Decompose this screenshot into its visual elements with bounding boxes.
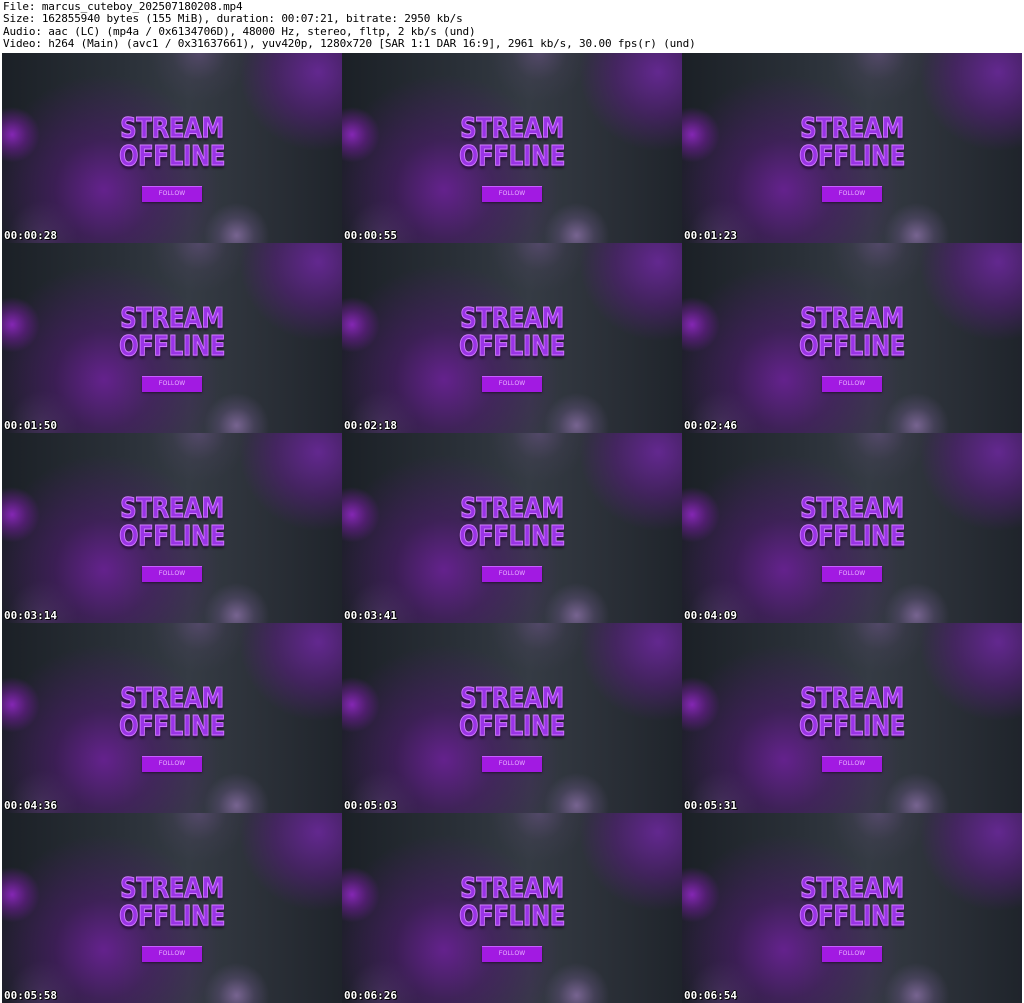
title-line-2: OFFLINE [118,329,226,362]
title-line-1: STREAM [120,491,225,524]
thumbnail-timestamp: 00:00:55 [344,229,397,242]
title-line-2: OFFLINE [458,329,566,362]
title-line-1: STREAM [800,301,905,334]
stream-offline-title: STREAM OFFLINE [33,871,312,932]
follow-button: FOLLOW [142,946,202,962]
title-line-2: OFFLINE [458,899,566,932]
title-line-1: STREAM [120,301,225,334]
file-size-line: Size: 162855940 bytes (155 MiB), duratio… [3,12,463,26]
title-line-2: OFFLINE [118,899,226,932]
thumbnail-timestamp: 00:06:26 [344,989,397,1002]
title-line-1: STREAM [460,111,565,144]
stream-offline-title: STREAM OFFLINE [373,681,652,742]
stream-offline-title: STREAM OFFLINE [33,111,312,172]
follow-button: FOLLOW [822,376,882,392]
video-thumbnail[interactable]: STREAM OFFLINE FOLLOW 00:01:50 [2,243,342,433]
stream-offline-title: STREAM OFFLINE [713,681,992,742]
video-thumbnail[interactable]: STREAM OFFLINE FOLLOW 00:06:26 [342,813,682,1003]
title-line-1: STREAM [460,491,565,524]
video-thumbnail[interactable]: STREAM OFFLINE FOLLOW 00:04:36 [2,623,342,813]
stream-offline-title: STREAM OFFLINE [373,491,652,552]
file-info-header: File: marcus_cuteboy_202507180208.mp4 Si… [3,0,1021,52]
video-thumbnail[interactable]: STREAM OFFLINE FOLLOW 00:05:03 [342,623,682,813]
stream-offline-title: STREAM OFFLINE [33,491,312,552]
follow-button: FOLLOW [482,376,542,392]
follow-button: FOLLOW [482,756,542,772]
title-line-2: OFFLINE [118,709,226,742]
follow-button: FOLLOW [822,566,882,582]
follow-button: FOLLOW [142,566,202,582]
title-line-2: OFFLINE [118,139,226,172]
thumbnail-timestamp: 00:05:31 [684,799,737,812]
title-line-2: OFFLINE [798,709,906,742]
video-thumbnail[interactable]: STREAM OFFLINE FOLLOW 00:03:14 [2,433,342,623]
thumbnail-timestamp: 00:01:23 [684,229,737,242]
title-line-1: STREAM [460,681,565,714]
follow-button: FOLLOW [822,756,882,772]
video-info-line: Video: h264 (Main) (avc1 / 0x31637661), … [3,37,696,51]
thumbnail-timestamp: 00:04:36 [4,799,57,812]
stream-offline-title: STREAM OFFLINE [373,111,652,172]
title-line-1: STREAM [800,491,905,524]
title-line-2: OFFLINE [798,329,906,362]
stream-offline-title: STREAM OFFLINE [373,301,652,362]
thumbnail-grid: STREAM OFFLINE FOLLOW 00:00:28 STREAM OF… [2,53,1022,1003]
title-line-2: OFFLINE [798,519,906,552]
follow-button: FOLLOW [482,946,542,962]
video-thumbnail[interactable]: STREAM OFFLINE FOLLOW 00:02:18 [342,243,682,433]
video-thumbnail[interactable]: STREAM OFFLINE FOLLOW 00:00:55 [342,53,682,243]
follow-button: FOLLOW [142,186,202,202]
thumbnail-timestamp: 00:03:14 [4,609,57,622]
video-thumbnail[interactable]: STREAM OFFLINE FOLLOW 00:03:41 [342,433,682,623]
stream-offline-title: STREAM OFFLINE [713,871,992,932]
title-line-1: STREAM [120,111,225,144]
title-line-1: STREAM [120,681,225,714]
thumbnail-timestamp: 00:04:09 [684,609,737,622]
follow-button: FOLLOW [822,946,882,962]
thumbnail-timestamp: 00:02:18 [344,419,397,432]
follow-button: FOLLOW [142,756,202,772]
follow-button: FOLLOW [482,566,542,582]
title-line-1: STREAM [800,871,905,904]
thumbnail-timestamp: 00:05:03 [344,799,397,812]
title-line-2: OFFLINE [458,709,566,742]
title-line-2: OFFLINE [458,139,566,172]
stream-offline-title: STREAM OFFLINE [33,681,312,742]
stream-offline-title: STREAM OFFLINE [33,301,312,362]
stream-offline-title: STREAM OFFLINE [713,301,992,362]
video-thumbnail[interactable]: STREAM OFFLINE FOLLOW 00:04:09 [682,433,1022,623]
thumbnail-timestamp: 00:03:41 [344,609,397,622]
video-thumbnail[interactable]: STREAM OFFLINE FOLLOW 00:06:54 [682,813,1022,1003]
video-thumbnail[interactable]: STREAM OFFLINE FOLLOW 00:00:28 [2,53,342,243]
thumbnail-timestamp: 00:05:58 [4,989,57,1002]
title-line-2: OFFLINE [798,899,906,932]
title-line-1: STREAM [800,681,905,714]
stream-offline-title: STREAM OFFLINE [713,111,992,172]
video-thumbnail[interactable]: STREAM OFFLINE FOLLOW 00:02:46 [682,243,1022,433]
stream-offline-title: STREAM OFFLINE [373,871,652,932]
follow-button: FOLLOW [142,376,202,392]
title-line-2: OFFLINE [458,519,566,552]
title-line-2: OFFLINE [798,139,906,172]
video-thumbnail[interactable]: STREAM OFFLINE FOLLOW 00:01:23 [682,53,1022,243]
follow-button: FOLLOW [482,186,542,202]
stream-offline-title: STREAM OFFLINE [713,491,992,552]
thumbnail-timestamp: 00:01:50 [4,419,57,432]
follow-button: FOLLOW [822,186,882,202]
title-line-1: STREAM [120,871,225,904]
thumbnail-timestamp: 00:06:54 [684,989,737,1002]
title-line-2: OFFLINE [118,519,226,552]
thumbnail-timestamp: 00:02:46 [684,419,737,432]
title-line-1: STREAM [800,111,905,144]
title-line-1: STREAM [460,301,565,334]
video-thumbnail[interactable]: STREAM OFFLINE FOLLOW 00:05:31 [682,623,1022,813]
thumbnail-timestamp: 00:00:28 [4,229,57,242]
title-line-1: STREAM [460,871,565,904]
video-thumbnail[interactable]: STREAM OFFLINE FOLLOW 00:05:58 [2,813,342,1003]
